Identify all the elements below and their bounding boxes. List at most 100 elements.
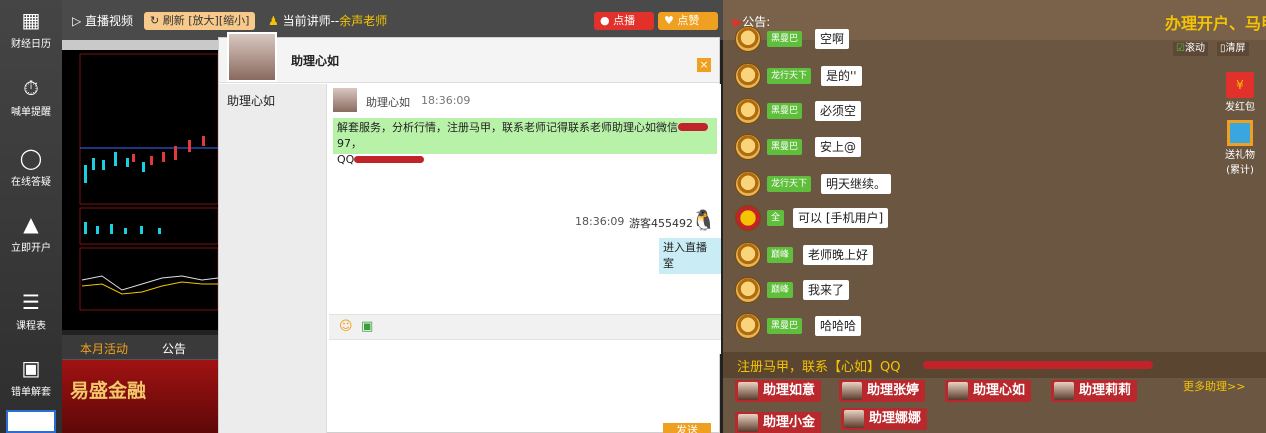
nav-unlock[interactable]: ▣ 错单解套 — [0, 356, 62, 398]
user-role: 龙行天下 — [767, 176, 812, 192]
promo-banner[interactable]: 易盛金融 — [62, 360, 218, 433]
activity-tabs: 本月活动 公告 — [62, 335, 222, 360]
chat-title: 助理心如 — [291, 54, 340, 68]
assistant-button[interactable]: 助理如意 — [735, 380, 822, 402]
live-video-tab[interactable]: ▷ 直播视频 — [72, 12, 133, 29]
check-icon: ☑ — [1176, 43, 1185, 54]
assistant-button[interactable]: 助理心如 — [945, 380, 1032, 402]
chat-message: 全 可以 [手机用户] — [723, 205, 1123, 233]
message-text: 必须空 — [815, 101, 862, 121]
user-role: 巅峰 — [767, 247, 794, 263]
private-chat-window: 助理心如 × 助理心如 助理心如 18:36:09 解套服务，分析行情，注册马甲… — [218, 32, 721, 433]
message-text: 哈哈哈 — [815, 316, 862, 336]
image-icon[interactable]: ▣ — [361, 319, 373, 334]
chat-header: 助理心如 × — [219, 32, 719, 83]
msg-time: 18:36:09 — [421, 94, 471, 107]
user-badge-icon — [735, 277, 761, 303]
msg2-time: 18:36:09 — [575, 215, 625, 228]
user-role: 黑曼巴 — [767, 103, 803, 119]
gift-icon — [1227, 120, 1253, 146]
chat-toolbar: ☺ ▣ — [329, 314, 721, 340]
left-nav: ▦ 财经日历 ⏱ 喊单提醒 ◯ 在线答疑 ▲ 立即开户 ☰ 课程表 ▣ 错单解套 — [0, 0, 62, 433]
user-role: 全 — [767, 210, 785, 226]
red-packet-button[interactable]: ¥ 发红包 — [1215, 72, 1265, 113]
menu-list-icon: ☰ — [22, 290, 40, 314]
gift-button[interactable]: 送礼物 (累计) — [1215, 120, 1265, 176]
message-text: 是的'' — [821, 66, 862, 86]
message-text: 可以 [手机用户] — [793, 208, 889, 228]
nav-open-account[interactable]: ▲ 立即开户 — [0, 212, 62, 254]
tab-monthly-activity[interactable]: 本月活动 — [80, 340, 128, 357]
nav-order-alert[interactable]: ⏱ 喊单提醒 — [0, 76, 62, 118]
msg-sender: 助理心如 — [366, 96, 410, 109]
notice-marquee: 办理开户、马甲 — [1165, 14, 1266, 33]
sender-avatar — [333, 88, 357, 112]
red-packet-icon: ¥ — [1226, 72, 1254, 98]
message-text: 我来了 — [803, 280, 850, 300]
assistant-avatar — [842, 382, 862, 400]
chat-message: 龙行天下 是的'' — [723, 63, 1123, 91]
teacher-icon: ♟ — [268, 14, 279, 28]
nav-online-qa[interactable]: ◯ 在线答疑 — [0, 146, 62, 188]
message-text: 老师晚上好 — [803, 245, 874, 265]
user-role: 黑曼巴 — [767, 318, 803, 334]
qr-code-icon: ▣ — [21, 356, 41, 380]
clear-screen-button[interactable]: ▯清屏 — [1217, 42, 1249, 56]
emoji-icon[interactable]: ☺ — [339, 319, 353, 334]
refresh-icon: ↻ — [150, 14, 160, 27]
user-role: 黑曼巴 — [767, 31, 803, 47]
graduation-cap-icon: ▲ — [23, 212, 39, 236]
chat-message: 龙行天下 明天继续。 — [723, 171, 1123, 199]
user-role: 黑曼巴 — [767, 139, 803, 155]
assistant-button[interactable]: 助理娜娜 — [841, 408, 928, 430]
contact-item[interactable]: 助理心如 — [227, 92, 275, 109]
qr-image — [6, 410, 56, 433]
calendar-icon: ▦ — [21, 8, 41, 32]
user-badge-icon — [735, 171, 761, 197]
zoom-out-link[interactable]: [缩小] — [219, 14, 250, 27]
camera-icon: ● — [600, 14, 610, 27]
live-chart-video[interactable] — [62, 40, 218, 330]
user-badge-icon — [735, 313, 761, 339]
like-button[interactable]: ♥ 点赞 — [658, 12, 718, 30]
assistant-avatar — [227, 32, 277, 82]
message-text: 空啊 — [815, 29, 850, 49]
message-text: 安上@ — [815, 137, 862, 157]
assistant-button[interactable]: 助理莉莉 — [1051, 380, 1138, 402]
user-badge-icon — [735, 242, 761, 268]
nav-finance-calendar[interactable]: ▦ 财经日历 — [0, 8, 62, 50]
message-bubble: 解套服务，分析行情，注册马甲，联系老师记得联系老师助理心如微信97， QQ — [333, 118, 717, 166]
chat-message: 巅峰 我来了 — [723, 277, 1123, 305]
zoom-in-link[interactable]: [放大] — [188, 14, 219, 27]
assistant-button[interactable]: 助理小金 — [735, 412, 822, 433]
tab-notice[interactable]: 公告 — [162, 340, 186, 357]
close-icon[interactable]: × — [697, 58, 711, 72]
assistant-avatar — [844, 410, 864, 428]
assistant-avatar — [948, 382, 968, 400]
chat-message: 黑曼巴 安上@ — [723, 134, 1123, 162]
chat-room-panel: ▶公告: 办理开户、马甲 ☑滚动 ▯清屏 ¥ 发红包 送礼物 (累计) 黑曼巴 … — [723, 0, 1266, 433]
refresh-button[interactable]: ↻ 刷新 [放大][缩小] — [144, 12, 256, 30]
user-role: 巅峰 — [767, 282, 794, 298]
contact-list: 助理心如 — [219, 84, 327, 433]
broadcast-button[interactable]: ● 点播 — [594, 12, 654, 30]
assistant-avatar — [738, 414, 758, 432]
user-badge-icon — [735, 205, 761, 231]
assistant-avatar — [738, 382, 758, 400]
chat-message: 巅峰 老师晚上好 — [723, 242, 1123, 270]
heart-icon: ♥ — [664, 14, 674, 27]
chat-input[interactable] — [329, 341, 719, 411]
scroll-toggle[interactable]: ☑滚动 — [1173, 42, 1208, 56]
chat-message: 黑曼巴 空啊 — [723, 26, 1123, 54]
user-badge-icon — [735, 98, 761, 124]
message-bubble-guest: 进入直播室 — [659, 238, 721, 274]
chat-message: 黑曼巴 必须空 — [723, 98, 1123, 126]
nav-schedule[interactable]: ☰ 课程表 — [0, 290, 62, 332]
assistant-button[interactable]: 助理张婷 — [839, 380, 926, 402]
redacted-mark — [923, 361, 1153, 369]
msg2-sender: 游客455492 — [629, 217, 693, 230]
user-badge-icon — [735, 63, 761, 89]
more-assistants-link[interactable]: 更多助理>> — [1183, 378, 1245, 394]
user-badge-icon — [735, 134, 761, 160]
send-button[interactable]: 发送 — [663, 423, 711, 433]
